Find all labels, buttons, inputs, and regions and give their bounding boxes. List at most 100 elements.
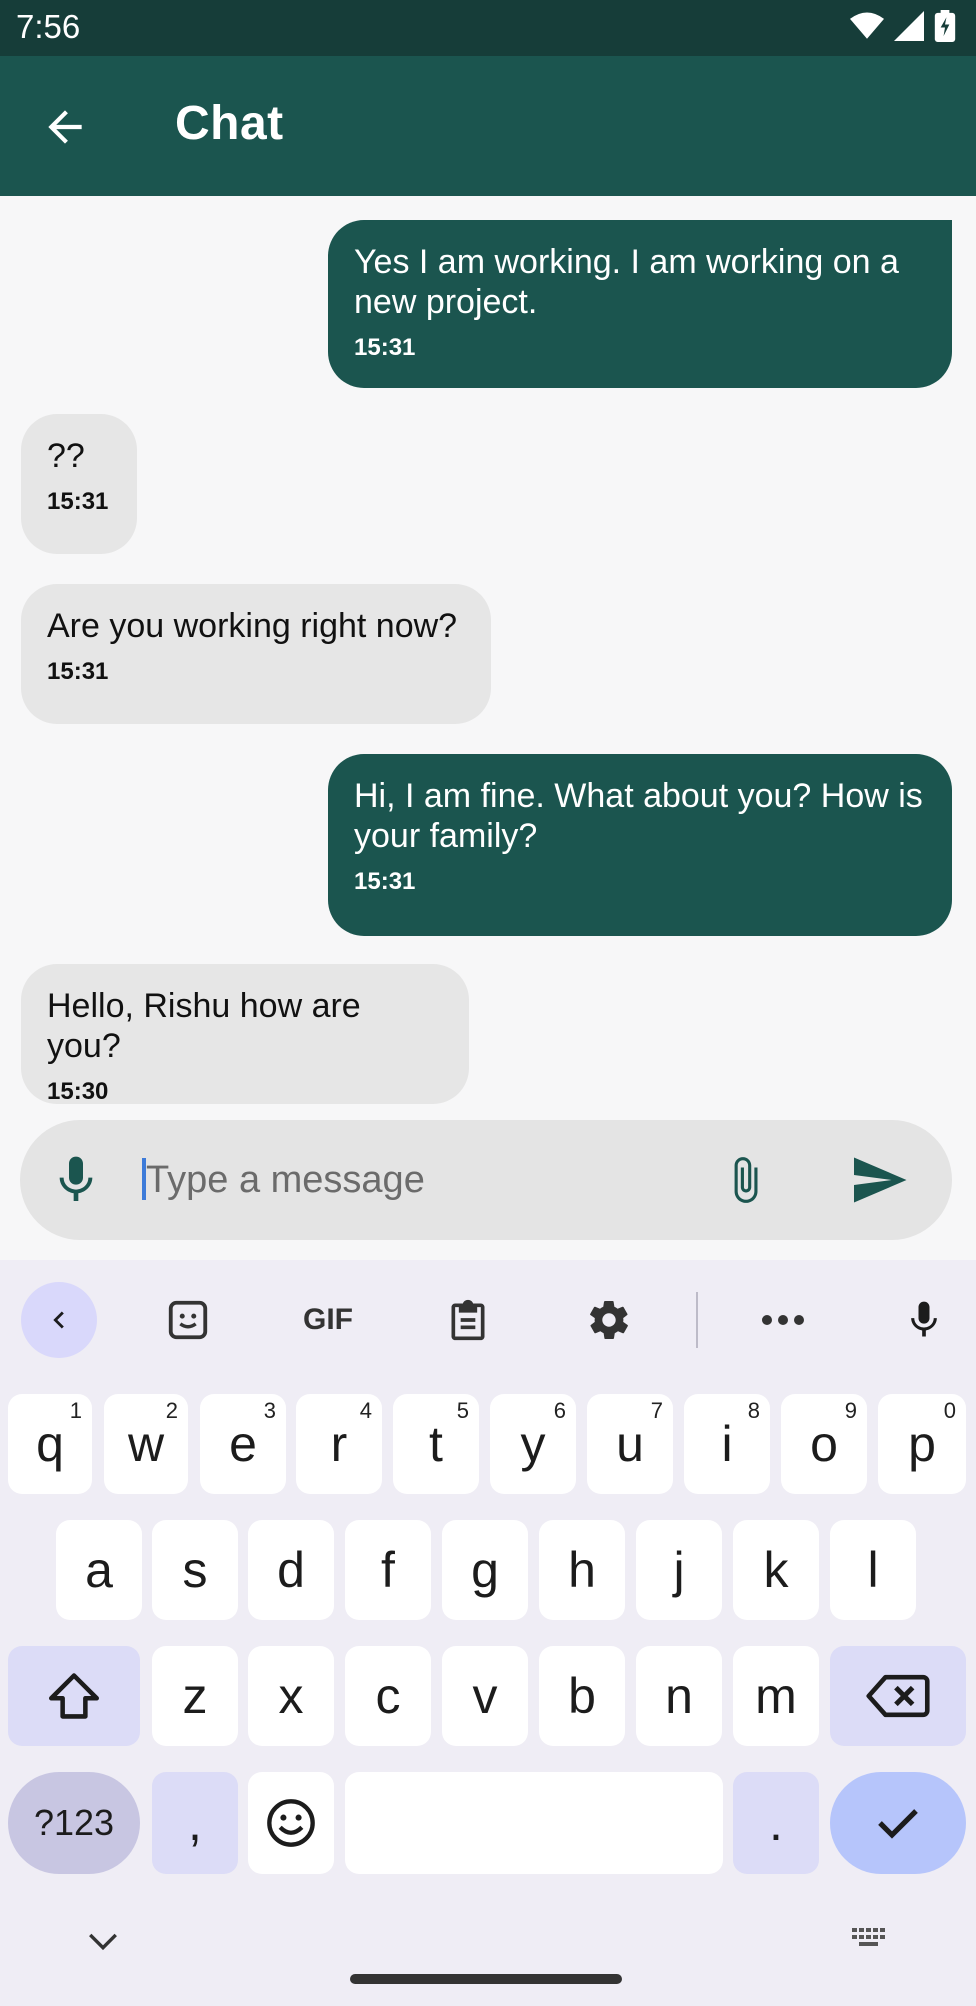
sticker-icon[interactable]	[150, 1282, 226, 1358]
signal-icon	[894, 11, 924, 41]
key-hint: 7	[650, 1398, 663, 1423]
chat-list[interactable]: Yes I am working. I am working on a new …	[0, 196, 976, 1116]
key-label: b	[568, 1668, 596, 1724]
key-label: l	[867, 1542, 879, 1598]
key-v[interactable]: v	[442, 1646, 528, 1746]
gif-icon[interactable]: GIF	[290, 1282, 366, 1358]
key-hint: 0	[943, 1398, 956, 1423]
message-text: Hello, Rishu how are you?	[47, 987, 361, 1065]
key-y[interactable]: y6	[490, 1394, 576, 1494]
key-i[interactable]: i8	[684, 1394, 770, 1494]
clipboard-icon[interactable]	[430, 1282, 506, 1358]
key-j[interactable]: j	[636, 1520, 722, 1620]
symbols-key[interactable]: ?123	[8, 1772, 140, 1874]
key-hint: 8	[747, 1398, 760, 1423]
collapse-icon[interactable]	[21, 1282, 97, 1358]
key-label: f	[381, 1542, 395, 1598]
voice-icon[interactable]	[886, 1282, 962, 1358]
keyboard-switch-icon[interactable]	[850, 1926, 890, 1954]
key-a[interactable]: a	[56, 1520, 142, 1620]
message-text: ??	[47, 437, 85, 475]
key-f[interactable]: f	[345, 1520, 431, 1620]
key-hint: 9	[844, 1398, 857, 1423]
toolbar-divider	[696, 1292, 698, 1348]
key-o[interactable]: o9	[781, 1394, 867, 1494]
key-r[interactable]: r4	[296, 1394, 382, 1494]
message-bubble-incoming[interactable]: Are you working right now? 15:31	[21, 584, 491, 724]
message-bubble-outgoing[interactable]: Yes I am working. I am working on a new …	[328, 220, 952, 388]
keyboard-toolbar: GIF	[0, 1260, 976, 1380]
key-m[interactable]: m	[733, 1646, 819, 1746]
key-e[interactable]: e3	[200, 1394, 286, 1494]
message-input[interactable]	[144, 1146, 708, 1214]
period-key[interactable]: .	[733, 1772, 819, 1874]
key-label: d	[277, 1542, 305, 1598]
shift-icon	[49, 1673, 99, 1719]
key-d[interactable]: d	[248, 1520, 334, 1620]
status-icons	[850, 10, 956, 42]
key-k[interactable]: k	[733, 1520, 819, 1620]
wifi-icon	[850, 12, 884, 39]
app-bar: Chat	[0, 56, 976, 196]
key-x[interactable]: x	[248, 1646, 334, 1746]
key-label: c	[375, 1668, 401, 1724]
key-label: q	[36, 1416, 64, 1472]
space-key[interactable]	[345, 1772, 723, 1874]
key-p[interactable]: p0	[878, 1394, 966, 1494]
settings-icon[interactable]	[571, 1282, 647, 1358]
key-g[interactable]: g	[442, 1520, 528, 1620]
key-label: h	[568, 1542, 596, 1598]
message-bubble-incoming[interactable]: Hello, Rishu how are you? 15:30	[21, 964, 469, 1105]
shift-key[interactable]	[8, 1646, 140, 1746]
key-l[interactable]: l	[830, 1520, 916, 1620]
home-indicator[interactable]	[350, 1974, 622, 1984]
backspace-key[interactable]	[830, 1646, 966, 1746]
message-bubble-incoming[interactable]: ?? 15:31	[21, 414, 137, 554]
key-h[interactable]: h	[539, 1520, 625, 1620]
message-bubble-outgoing[interactable]: Hi, I am fine. What about you? How is yo…	[328, 754, 952, 936]
battery-icon	[934, 10, 956, 42]
microphone-icon[interactable]	[48, 1150, 104, 1210]
checkmark-icon	[878, 1809, 918, 1839]
key-label: s	[182, 1542, 208, 1598]
key-label: a	[85, 1542, 113, 1598]
status-bar: 7:56	[0, 0, 976, 56]
emoji-key[interactable]	[248, 1772, 334, 1874]
back-arrow-icon[interactable]	[40, 102, 90, 152]
key-label: o	[810, 1416, 838, 1472]
send-icon[interactable]	[848, 1150, 910, 1210]
key-label: z	[182, 1668, 208, 1724]
key-label: y	[520, 1416, 546, 1472]
key-label: r	[330, 1416, 348, 1472]
key-z[interactable]: z	[152, 1646, 238, 1746]
key-u[interactable]: u7	[587, 1394, 673, 1494]
enter-key[interactable]	[830, 1772, 966, 1874]
key-label: p	[908, 1416, 936, 1472]
key-label: x	[278, 1668, 304, 1724]
more-icon[interactable]	[745, 1282, 821, 1358]
key-label: j	[673, 1542, 685, 1598]
key-label: ,	[188, 1795, 202, 1851]
key-n[interactable]: n	[636, 1646, 722, 1746]
key-hint: 5	[456, 1398, 469, 1423]
key-q[interactable]: q1	[8, 1394, 92, 1494]
key-c[interactable]: c	[345, 1646, 431, 1746]
key-hint: 1	[69, 1398, 82, 1423]
comma-key[interactable]: ,	[152, 1772, 238, 1874]
backspace-icon	[866, 1674, 930, 1718]
hide-keyboard-icon[interactable]	[86, 1930, 120, 1954]
key-label: i	[721, 1416, 733, 1472]
message-text: Are you working right now?	[47, 607, 458, 645]
message-time: 15:30	[47, 1078, 109, 1105]
key-w[interactable]: w2	[104, 1394, 188, 1494]
emoji-icon	[267, 1799, 315, 1847]
key-label: k	[763, 1542, 789, 1598]
status-time: 7:56	[16, 8, 81, 45]
key-s[interactable]: s	[152, 1520, 238, 1620]
attachment-icon[interactable]	[720, 1148, 770, 1212]
soft-keyboard: GIF q1 w2 e3 r4 t5 y6 u7 i8 o9 p0 a s d …	[0, 1260, 976, 2006]
key-b[interactable]: b	[539, 1646, 625, 1746]
key-t[interactable]: t5	[393, 1394, 479, 1494]
key-hint: 4	[359, 1398, 372, 1423]
key-label: w	[127, 1416, 165, 1472]
